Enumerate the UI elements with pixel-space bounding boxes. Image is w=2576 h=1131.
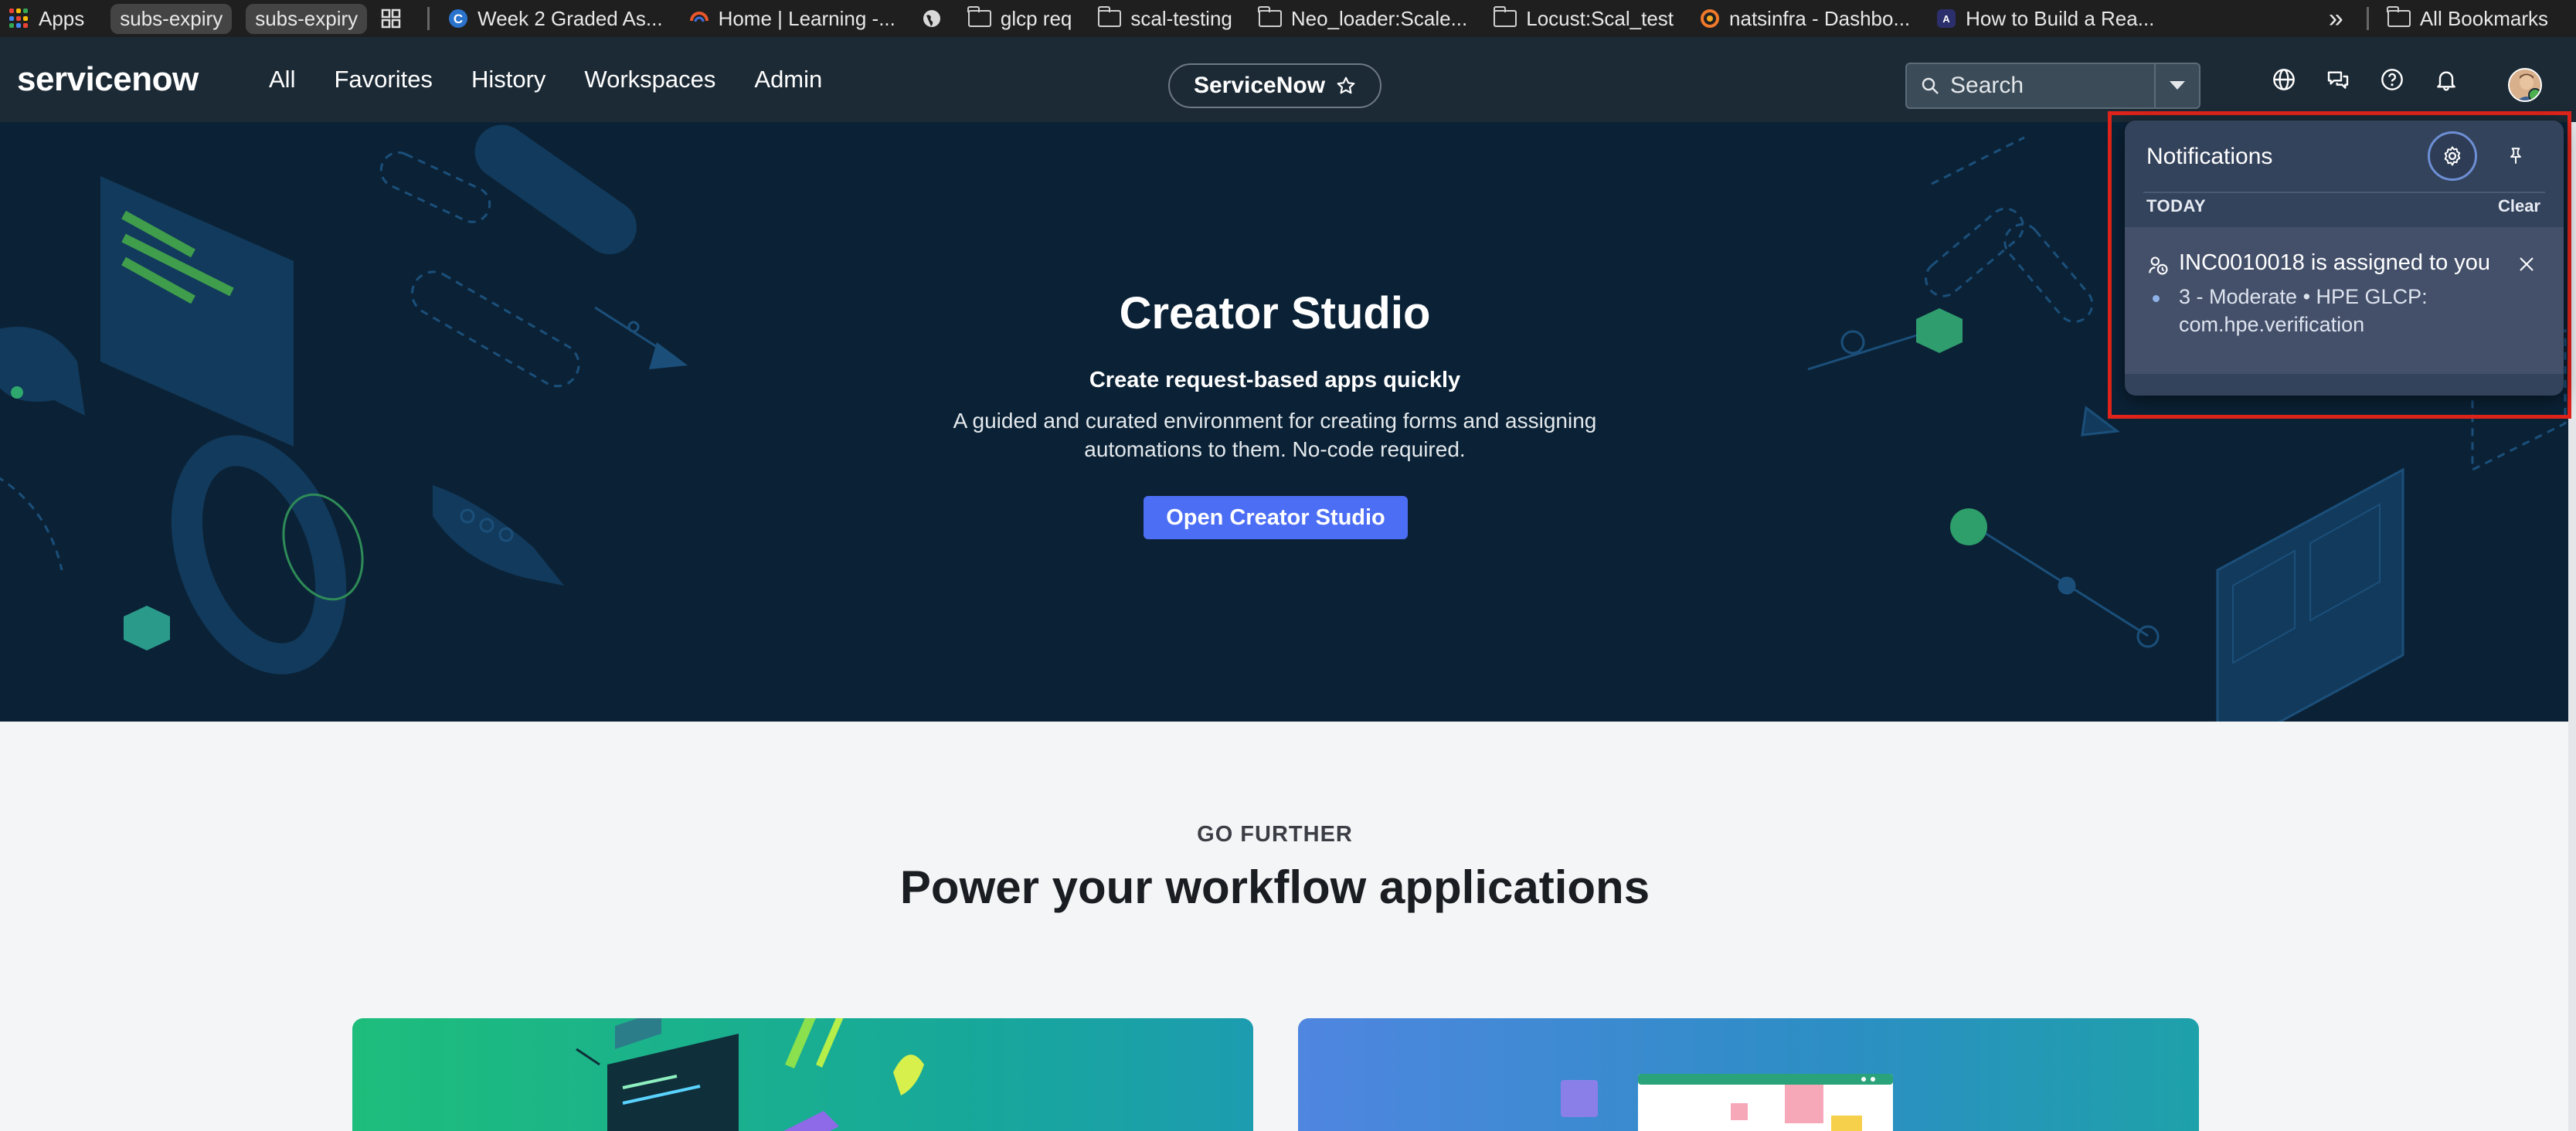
- globe-icon[interactable]: [2272, 67, 2296, 92]
- chevron-down-icon: [2170, 81, 2185, 90]
- ai-icon: A: [1937, 9, 1956, 28]
- close-icon[interactable]: [2517, 255, 2536, 273]
- bookmark-pill[interactable]: subs-expiry: [110, 3, 233, 34]
- bookmark-item[interactable]: Home | Learning -...: [689, 0, 895, 37]
- hero-description: A guided and curated environment for cre…: [953, 409, 1597, 461]
- star-icon[interactable]: [1336, 76, 1356, 96]
- open-creator-studio-button[interactable]: Open Creator Studio: [1144, 496, 1408, 539]
- bookmark-label: How to Build a Rea...: [1966, 6, 2155, 30]
- learning-icon: [689, 12, 709, 22]
- unread-dot: [2153, 295, 2160, 302]
- folder-icon: [2387, 6, 2411, 27]
- notification-title: INC0010018 is assigned to you: [2179, 250, 2491, 275]
- tab-grid-icon: [381, 8, 401, 29]
- bookmarks-right: » All Bookmarks: [2328, 0, 2576, 37]
- button-label: Open Creator Studio: [1166, 504, 1385, 530]
- bookmark-label: glcp req: [1000, 6, 1072, 30]
- user-avatar[interactable]: [2508, 68, 2542, 102]
- folder-icon: [1258, 6, 1282, 27]
- section-eyebrow: GO FURTHER: [1197, 822, 1353, 847]
- assignment-icon: [2149, 256, 2168, 275]
- folder-icon: [1097, 6, 1122, 27]
- bookmark-folder[interactable]: Neo_loader:Scale...: [1258, 0, 1468, 37]
- context-pill-label: ServiceNow: [1193, 73, 1326, 98]
- clear-notifications-button[interactable]: Clear: [2498, 196, 2540, 216]
- card-illustration: [576, 1018, 924, 1131]
- main-nav: All Favorites History Workspaces Admin: [269, 37, 822, 122]
- globe-icon: [923, 10, 940, 27]
- nav-all[interactable]: All: [269, 66, 295, 93]
- notifications-title: Notifications: [2146, 144, 2273, 169]
- pin-icon: [2510, 148, 2521, 164]
- notification-item[interactable]: INC0010018 is assigned to you 3 - Modera…: [2125, 227, 2564, 374]
- feature-card[interactable]: [1298, 1018, 2199, 1131]
- section-today: TODAY: [2146, 196, 2207, 216]
- bookmark-pill[interactable]: subs-expiry: [246, 3, 368, 34]
- bookmark-item[interactable]: C Week 2 Graded As...: [448, 0, 663, 37]
- help-icon[interactable]: [2380, 67, 2404, 92]
- nav-workspaces[interactable]: Workspaces: [584, 66, 715, 93]
- bookmark-folder[interactable]: scal-testing: [1097, 0, 1232, 37]
- bookmark-label: natsinfra - Dashbo...: [1729, 6, 1911, 30]
- bookmarks-bar: Apps subs-expiry subs-expiry C Week 2 Gr…: [0, 0, 2576, 37]
- card-illustration: [1561, 1074, 1893, 1131]
- grafana-icon: [1701, 9, 1720, 28]
- bookmark-label: Apps: [39, 6, 85, 30]
- go-further-section: GO FURTHER Power your workflow applicati…: [0, 722, 2576, 1131]
- pin-panel-button[interactable]: [2502, 142, 2530, 170]
- header-icons: [2272, 37, 2459, 122]
- panel-divider: [2143, 192, 2545, 193]
- bell-icon[interactable]: [2434, 67, 2459, 92]
- apps-grid-icon: [9, 8, 29, 29]
- bookmark-label: All Bookmarks: [2419, 6, 2548, 30]
- bookmark-separator: [427, 7, 430, 30]
- global-search[interactable]: Search: [1905, 63, 2200, 109]
- bookmark-label: scal-testing: [1130, 6, 1232, 30]
- search-placeholder: Search: [1950, 73, 2024, 98]
- svg-text:C: C: [454, 12, 463, 26]
- svg-text:A: A: [1942, 13, 1950, 25]
- notification-settings-button[interactable]: [2428, 131, 2477, 181]
- servicenow-logo[interactable]: servicenow: [17, 60, 199, 99]
- bookmark-all[interactable]: All Bookmarks: [2387, 0, 2548, 37]
- folder-icon: [967, 6, 991, 27]
- bookmarks-overflow-icon[interactable]: »: [2329, 4, 2343, 34]
- bookmark-item[interactable]: A How to Build a Rea...: [1936, 0, 2154, 37]
- nav-favorites[interactable]: Favorites: [334, 66, 432, 93]
- coursera-icon: C: [449, 9, 468, 28]
- notifications-panel: Notifications TODAY Clear INC0010018 is …: [2125, 121, 2564, 396]
- chat-icon[interactable]: [2326, 67, 2350, 92]
- bookmark-folder[interactable]: Locust:Scal_test: [1493, 0, 1674, 37]
- bookmark-folder[interactable]: glcp req: [967, 0, 1072, 37]
- feature-card[interactable]: [352, 1018, 1253, 1131]
- bookmark-item[interactable]: natsinfra - Dashbo...: [1700, 0, 1910, 37]
- search-scope-dropdown[interactable]: [2156, 64, 2199, 107]
- gear-icon: [2444, 146, 2461, 166]
- bookmark-separator: [2366, 7, 2369, 30]
- section-title: Power your workflow applications: [899, 861, 1650, 913]
- bookmark-item[interactable]: [922, 0, 942, 37]
- logo-text: servicenow: [17, 60, 199, 98]
- top-navigation: servicenow All Favorites History Workspa…: [0, 37, 2576, 122]
- search-icon: [1922, 77, 1939, 94]
- nav-history[interactable]: History: [471, 66, 545, 93]
- folder-icon: [1493, 6, 1517, 27]
- avatar-face-icon: [2510, 70, 2540, 100]
- nav-admin[interactable]: Admin: [754, 66, 822, 93]
- notification-detail: 3 - Moderate • HPE GLCP: com.hpe.verific…: [2179, 285, 2428, 336]
- bookmark-label: Home | Learning -...: [718, 6, 895, 30]
- context-pill[interactable]: ServiceNow: [1168, 63, 1381, 108]
- bookmark-label: Neo_loader:Scale...: [1290, 6, 1468, 30]
- bookmark-label: Locust:Scal_test: [1526, 6, 1674, 30]
- bookmark-apps[interactable]: Apps: [9, 0, 84, 37]
- bookmark-tab-groups[interactable]: [381, 0, 401, 37]
- bookmark-label: Week 2 Graded As...: [477, 6, 663, 30]
